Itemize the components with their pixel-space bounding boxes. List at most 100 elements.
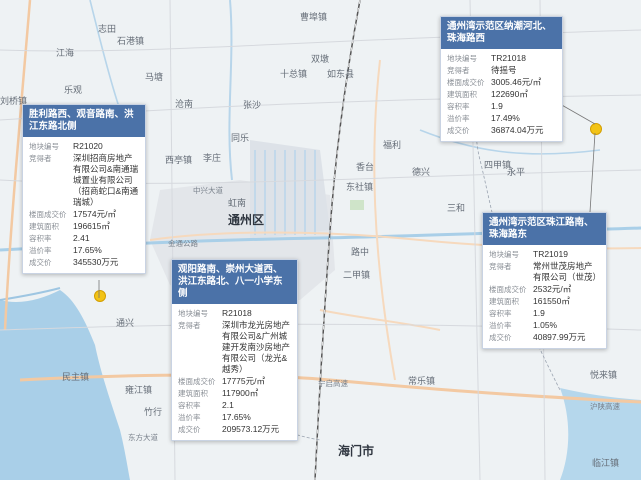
field-label: 容积率 [447,102,470,111]
field-label: 溢价率 [447,114,470,123]
town-label: 二甲镇 [343,270,371,280]
field-value: 17.65% [73,245,102,255]
field-label: 竞得者 [447,66,470,75]
town-label: 民主镇 [62,372,90,382]
field-value: 2.41 [73,233,90,243]
field-label: 地块编号 [447,54,477,63]
town-label: 香台 [356,162,375,172]
parcel-card-r21020[interactable]: 胜利路西、观音路南、洪江东路北侧 地块编号 R21020 竞得者 深圳招商房地产有限… [22,104,146,274]
field-label: 成交价 [489,333,512,342]
field-label: 建筑面积 [178,389,208,398]
town-label: 双墩 [311,54,330,64]
town-label: 志田 [98,24,117,34]
town-label: 西亭镇 [165,155,193,165]
field-value: TR21019 [533,249,568,259]
field-value: 17775元/㎡ [222,376,265,386]
field-label: 竞得者 [178,321,201,330]
field-value: R21018 [222,308,252,318]
parcel-card-title: 通州湾示范区珠江路南、珠海路东 [483,213,606,245]
field-value: 1.05% [533,320,558,330]
parcel-card-title: 观阳路南、崇州大道西、洪江东路北、八一小学东侧 [172,260,297,304]
town-label: 如东县 [327,69,355,79]
field-label: 建筑面积 [489,297,519,306]
parcel-marker-pin[interactable] [590,123,602,135]
town-label: 常乐镇 [408,376,436,386]
field-label: 地块编号 [489,250,519,259]
field-label: 溢价率 [489,321,512,330]
field-label: 成交价 [29,258,52,267]
field-label: 成交价 [447,126,470,135]
town-label: 路中 [351,247,370,257]
road-label: 沪陕高速 [590,402,620,411]
road-label: 金通公路 [168,239,198,248]
field-value: 3005.46元/㎡ [491,77,542,87]
town-label: 雍江镇 [125,385,153,395]
town-label: 虹南 [228,198,247,208]
field-label: 楼面成交价 [29,210,67,219]
field-label: 建筑面积 [29,222,59,231]
field-value: 40897.99万元 [533,332,586,342]
field-label: 楼面成交价 [447,78,485,87]
town-label: 通兴 [116,318,135,328]
field-value: 待摇号 [491,65,517,75]
field-label: 竞得者 [29,154,52,163]
town-label: 曹埠镇 [300,12,328,22]
town-label: 悦来镇 [590,370,618,380]
field-value: 17.65% [222,412,251,422]
field-value: 1.9 [491,101,503,111]
town-label: 石港镇 [117,36,145,46]
field-value: R21020 [73,141,103,151]
city-label-tongzhou: 通州区 [228,213,265,227]
town-label: 江海 [56,48,75,58]
field-value: 209573.12万元 [222,424,280,434]
parcel-card-title: 胜利路西、观音路南、洪江东路北侧 [23,105,145,137]
parcel-marker-pin[interactable] [94,290,106,302]
field-value: 17574元/㎡ [73,209,116,219]
field-label: 地块编号 [178,309,208,318]
road-label: 宁启高速 [318,379,348,388]
field-label: 溢价率 [29,246,52,255]
map[interactable]: 通州区 海门市 曹埠镇 石港镇 志田 江海 马塘 刘桥镇 乐观 沧南 张沙 双墩… [0,0,641,480]
field-value: 深圳市龙光房地产有限公司&广州城建开发南沙房地产有限公司（龙光&越秀） [222,320,291,374]
field-value: TR21018 [491,53,526,63]
field-label: 竞得者 [489,262,512,271]
town-label: 三和 [447,203,466,213]
parcel-card-tr21018[interactable]: 通州湾示范区纳潮河北、珠海路西 地块编号 TR21018 竞得者 待摇号 楼面成交价… [440,16,563,142]
field-value: 常州世茂房地产有限公司（世茂） [533,261,602,282]
town-label: 东社镇 [346,182,374,192]
field-label: 建筑面积 [447,90,477,99]
field-label: 地块编号 [29,142,59,151]
parcel-card-title: 通州湾示范区纳潮河北、珠海路西 [441,17,562,49]
field-value: 161550㎡ [533,296,570,306]
field-label: 溢价率 [178,413,201,422]
field-label: 容积率 [489,309,512,318]
field-value: 345530万元 [73,257,119,267]
town-label: 同乐 [231,133,250,143]
field-label: 容积率 [29,234,52,243]
town-label: 马塘 [145,72,164,82]
city-label-haimen: 海门市 [338,444,375,458]
field-label: 楼面成交价 [489,285,527,294]
parcel-card-tr21019[interactable]: 通州湾示范区珠江路南、珠海路东 地块编号 TR21019 竞得者 常州世茂房地产有限… [482,212,607,349]
town-label: 十总镇 [280,69,308,79]
town-label: 沧南 [175,99,194,109]
field-value: 深圳招商房地产有限公司&南通瑞城置业有限公司（招商蛇口&南通瑞城） [73,153,139,207]
field-label: 容积率 [178,401,201,410]
town-label: 张沙 [243,100,262,110]
field-value: 2532元/㎡ [533,284,572,294]
town-label: 竹行 [144,407,163,417]
field-value: 117900㎡ [222,388,259,398]
field-label: 楼面成交价 [178,377,216,386]
town-label: 李庄 [203,153,222,163]
field-value: 1.9 [533,308,545,318]
parcel-card-r21018[interactable]: 观阳路南、崇州大道西、洪江东路北、八一小学东侧 地块编号 R21018 竞得者 深圳… [171,259,298,441]
field-label: 成交价 [178,425,201,434]
town-label: 临江镇 [592,458,620,468]
town-label: 德兴 [412,167,431,177]
field-value: 36874.04万元 [491,125,544,135]
town-label: 乐观 [64,85,83,95]
road-label: 中兴大道 [193,186,223,195]
field-value: 2.1 [222,400,234,410]
field-value: 17.49% [491,113,520,123]
town-label: 福利 [383,140,402,150]
